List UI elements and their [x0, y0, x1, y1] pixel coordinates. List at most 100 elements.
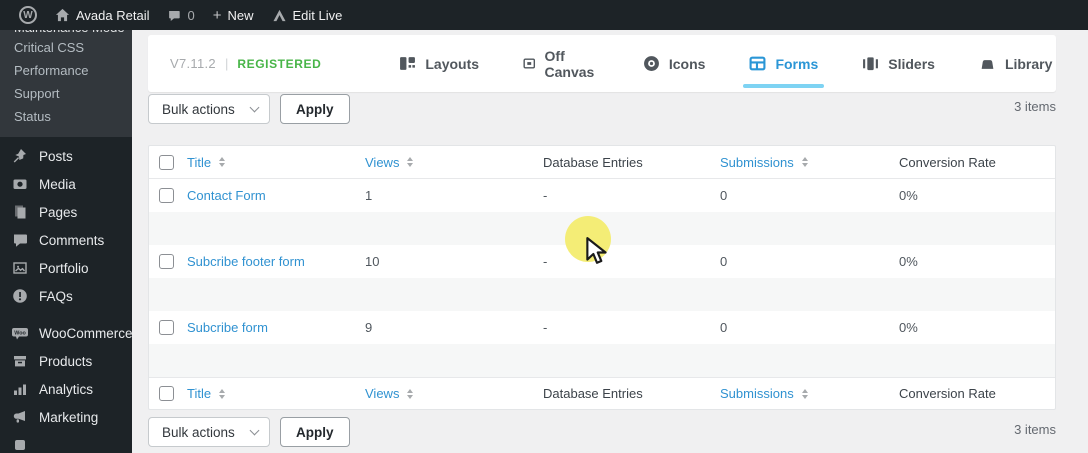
views-value: 10 [365, 254, 380, 269]
tab-off-canvas[interactable]: Off Canvas [501, 35, 621, 92]
form-title-link[interactable]: Contact Form [187, 188, 266, 203]
sidebar-item-media[interactable]: Media [0, 170, 132, 198]
sidebar-item-label: FAQs [39, 288, 73, 304]
sidebar-item-label: WooCommerce [39, 325, 133, 341]
sort-icon [219, 388, 226, 399]
tab-icons[interactable]: Icons [621, 35, 728, 92]
sidebar-item-clipped[interactable] [0, 431, 132, 453]
megaphone-icon [11, 409, 29, 425]
column-header-database-entries: Database Entries [543, 154, 643, 170]
sidebar-item-woocommerce[interactable]: Woo WooCommerce [0, 319, 133, 347]
generic-icon [11, 437, 29, 453]
icons-icon [643, 56, 659, 71]
sidebar-item-marketing[interactable]: Marketing [0, 403, 132, 431]
submissions-value: 0 [720, 254, 728, 269]
products-icon [11, 353, 29, 369]
main-content: V7.11.2 | REGISTERED Layouts Off Canvas … [132, 0, 1088, 453]
wp-admin-bar: W Avada Retail 0 + New Edit Live [0, 0, 1088, 30]
select-all-checkbox[interactable] [159, 386, 174, 401]
tab-layouts[interactable]: Layouts [377, 35, 501, 92]
list-toolbar-bottom: Bulk actions Apply 3 items [148, 417, 1056, 447]
sidebar-item-pages[interactable]: Pages [0, 198, 132, 226]
sidebar-item-products[interactable]: Products [0, 347, 132, 375]
pushpin-icon [11, 148, 29, 164]
row-stripe [149, 278, 1055, 311]
comments-badge[interactable]: 0 [158, 0, 203, 30]
apply-button[interactable]: Apply [280, 417, 350, 447]
forms-icon [749, 56, 766, 71]
sidebar-item-support[interactable]: Support [0, 82, 132, 105]
sidebar-item-analytics[interactable]: Analytics [0, 375, 132, 403]
tab-sliders[interactable]: Sliders [840, 35, 957, 92]
new-label: New [227, 7, 254, 23]
tab-label: Icons [668, 55, 706, 72]
avada-tabs: Layouts Off Canvas Icons Forms Sliders L… [377, 35, 1074, 92]
svg-text:Woo: Woo [14, 331, 26, 337]
form-title-link[interactable]: Subcribe footer form [187, 254, 305, 269]
bulk-actions-label: Bulk actions [162, 101, 235, 117]
column-footer-views[interactable]: Views [353, 386, 531, 401]
sidebar-item-comments[interactable]: Comments [0, 226, 132, 254]
woocommerce-icon: Woo [11, 325, 29, 341]
column-header-title[interactable]: Title [175, 155, 353, 170]
comment-bubble-icon [167, 9, 181, 22]
row-stripe [149, 344, 1055, 377]
sidebar-item-posts[interactable]: Posts [0, 142, 132, 170]
tab-forms[interactable]: Forms [727, 35, 840, 92]
sidebar-item-label: Pages [39, 204, 78, 220]
column-header-conversion-rate: Conversion Rate [899, 154, 996, 170]
version-info: V7.11.2 | REGISTERED [170, 35, 321, 92]
license-status-badge: REGISTERED [237, 56, 322, 71]
tab-label: Layouts [425, 55, 480, 72]
sort-icon [407, 388, 414, 399]
bulk-actions-select[interactable]: Bulk actions [148, 417, 270, 447]
chevron-down-icon [249, 425, 260, 435]
tab-label: Forms [775, 55, 819, 72]
database-entries-value: - [543, 254, 548, 269]
tab-label: Library [1004, 55, 1053, 72]
new-content-menu[interactable]: + New [204, 0, 263, 30]
row-checkbox[interactable] [159, 254, 174, 269]
column-header-views[interactable]: Views [353, 155, 531, 170]
wp-logo-menu[interactable]: W [10, 0, 46, 30]
views-value: 1 [365, 188, 373, 203]
tab-label: Sliders [888, 55, 935, 72]
sort-icon [219, 157, 226, 167]
sidebar-item-label: Performance [14, 63, 89, 78]
table-footer-row: Title Views Database Entries Submissions… [149, 377, 1055, 409]
mouse-cursor-icon [584, 236, 610, 269]
sidebar-item-label: Portfolio [39, 260, 89, 276]
column-footer-title[interactable]: Title [175, 386, 353, 401]
edit-live-label: Edit Live [292, 7, 343, 23]
table-header-row: Title Views Database Entries Submissions… [149, 146, 1055, 179]
avada-header-bar: V7.11.2 | REGISTERED Layouts Off Canvas … [148, 35, 1056, 92]
version-separator: | [224, 56, 229, 71]
tab-label: Off Canvas [544, 47, 595, 80]
form-title-link[interactable]: Subcribe form [187, 320, 268, 335]
items-count: 3 items [1014, 99, 1056, 114]
column-footer-database-entries: Database Entries [543, 386, 643, 401]
off-canvas-icon [523, 58, 536, 69]
database-entries-value: - [543, 320, 548, 335]
sliders-icon [863, 57, 879, 71]
edit-live-link[interactable]: Edit Live [263, 0, 352, 30]
site-name-link[interactable]: Avada Retail [46, 0, 158, 30]
sidebar-item-label: Comments [39, 232, 105, 248]
row-checkbox[interactable] [159, 188, 174, 203]
bulk-actions-select[interactable]: Bulk actions [148, 94, 270, 124]
sidebar-item-performance[interactable]: Performance [0, 59, 132, 82]
row-checkbox[interactable] [159, 320, 174, 335]
sidebar-item-portfolio[interactable]: Portfolio [0, 254, 132, 282]
sidebar-item-critical-css[interactable]: Critical CSS [0, 36, 132, 59]
sidebar-item-status[interactable]: Status [0, 105, 132, 128]
apply-button[interactable]: Apply [280, 94, 350, 124]
database-entries-value: - [543, 188, 548, 203]
tab-library[interactable]: Library [957, 35, 1074, 92]
chevron-down-icon [249, 102, 260, 112]
faq-icon [11, 288, 29, 304]
column-header-submissions[interactable]: Submissions [708, 155, 887, 170]
sidebar-item-faqs[interactable]: FAQs [0, 282, 132, 310]
avada-submenu: Maintenance Mode Critical CSS Performanc… [0, 30, 132, 137]
select-all-checkbox[interactable] [159, 154, 174, 170]
column-footer-submissions[interactable]: Submissions [708, 386, 887, 401]
